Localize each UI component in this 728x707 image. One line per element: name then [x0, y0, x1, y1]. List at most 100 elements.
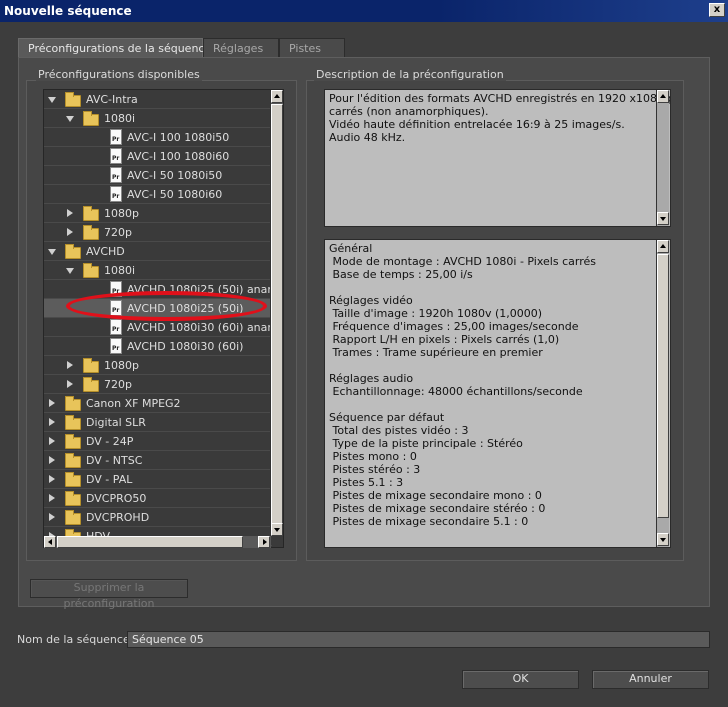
details-line: Général	[329, 242, 373, 255]
summary-line: Vidéo haute définition entrelacée 16:9 à…	[329, 118, 625, 131]
scroll-down-icon[interactable]	[657, 212, 669, 225]
tree-preset-item[interactable]: Pr AVC-I 100 1080i60	[44, 147, 272, 166]
tree-folder[interactable]: DV - 24P	[44, 432, 272, 451]
details-line: Réglages vidéo	[329, 294, 413, 307]
hscroll-thumb[interactable]	[57, 536, 243, 548]
description-details-text[interactable]: Général Mode de montage : AVCHD 1080i - …	[324, 239, 671, 548]
scroll-up-icon[interactable]	[657, 240, 669, 253]
description-summary-text[interactable]: Pour l'édition des formats AVCHD enregis…	[324, 89, 671, 227]
details-line: Echantillonnage: 48000 échantillons/seco…	[329, 385, 583, 398]
tree-folder[interactable]: 1080i	[44, 261, 272, 280]
details-scroll-thumb[interactable]	[657, 254, 669, 518]
tree-folder[interactable]: AVC-Intra	[44, 90, 272, 109]
folder-icon	[65, 453, 81, 468]
folder-icon	[83, 206, 99, 221]
details-scrollbar[interactable]	[656, 240, 669, 547]
folder-icon	[65, 472, 81, 487]
expand-right-icon[interactable]	[67, 361, 73, 369]
expand-right-icon[interactable]	[67, 228, 73, 236]
scroll-up-icon[interactable]	[657, 90, 669, 103]
preset-file-icon: Pr	[110, 338, 122, 354]
tree-item-label: DV - 24P	[86, 435, 134, 448]
delete-preset-button[interactable]: Supprimer la préconfiguration	[30, 579, 188, 610]
expand-right-icon[interactable]	[49, 456, 55, 464]
details-line: Base de temps : 25,00 i/s	[329, 268, 473, 281]
tree-item-label: 1080p	[104, 359, 139, 372]
tree-folder[interactable]: DV - NTSC	[44, 451, 272, 470]
details-line: Type de la piste principale : Stéréo	[329, 437, 523, 450]
scroll-left-icon[interactable]	[44, 536, 56, 548]
expand-right-icon[interactable]	[67, 380, 73, 388]
folder-icon	[83, 225, 99, 240]
sequence-name-input[interactable]: Séquence 05	[127, 631, 710, 648]
tree-item-label: 1080i	[104, 264, 136, 277]
tree-folder[interactable]: 1080i	[44, 109, 272, 128]
expand-down-icon[interactable]	[66, 116, 74, 122]
expand-right-icon[interactable]	[49, 399, 55, 407]
highlight-ellipse	[66, 291, 267, 321]
tree-folder[interactable]: 720p	[44, 223, 272, 242]
tree-folder[interactable]: 720p	[44, 375, 272, 394]
scroll-thumb[interactable]	[271, 104, 283, 532]
scroll-up-icon[interactable]	[271, 90, 283, 103]
cancel-button[interactable]: Annuler	[592, 670, 709, 689]
tree-preset-item[interactable]: Pr AVC-I 50 1080i50	[44, 166, 272, 185]
folder-icon	[65, 510, 81, 525]
tree-preset-item[interactable]: Pr AVCHD 1080i30 (60i)	[44, 337, 272, 356]
expand-right-icon[interactable]	[49, 437, 55, 445]
expand-down-icon[interactable]	[48, 97, 56, 103]
tree-folder[interactable]: DVCPRO50	[44, 489, 272, 508]
scroll-down-icon[interactable]	[657, 533, 669, 546]
tree-item-label: AVC-I 50 1080i50	[127, 169, 223, 182]
tree-preset-item[interactable]: Pr AVC-I 50 1080i60	[44, 185, 272, 204]
tree-item-label: AVCHD 1080i30 (60i)	[127, 340, 244, 353]
tree-item-label: AVC-I 100 1080i60	[127, 150, 230, 163]
summary-line: Audio 48 kHz.	[329, 131, 406, 144]
scroll-down-icon[interactable]	[271, 523, 283, 536]
tab-sequence-presets[interactable]: Préconfigurations de la séquence	[18, 38, 211, 58]
details-line	[329, 398, 666, 411]
tree-folder[interactable]: DV - PAL	[44, 470, 272, 489]
close-button[interactable]: x	[709, 3, 725, 17]
folder-icon	[65, 491, 81, 506]
preset-description-label: Description de la préconfiguration	[314, 68, 506, 81]
summary-scrollbar[interactable]	[656, 90, 669, 226]
preset-file-icon: Pr	[110, 167, 122, 183]
tree-preset-item[interactable]: Pr AVC-I 100 1080i50	[44, 128, 272, 147]
details-line: Rapport L/H en pixels : Pixels carrés (1…	[329, 333, 560, 346]
tree-folder[interactable]: DVCPROHD	[44, 508, 272, 527]
details-line: Total des pistes vidéo : 3	[329, 424, 469, 437]
expand-right-icon[interactable]	[49, 475, 55, 483]
expand-down-icon[interactable]	[66, 268, 74, 274]
expand-down-icon[interactable]	[48, 249, 56, 255]
details-line: Séquence par défaut	[329, 411, 445, 424]
expand-right-icon[interactable]	[49, 513, 55, 521]
folder-icon	[83, 358, 99, 373]
tree-horizontal-scrollbar[interactable]	[44, 536, 271, 548]
expand-right-icon[interactable]	[67, 209, 73, 217]
tree-item-label: AVC-I 100 1080i50	[127, 131, 230, 144]
tree-folder[interactable]: Digital SLR	[44, 413, 272, 432]
tree-folder[interactable]: AVCHD	[44, 242, 272, 261]
preset-file-icon: Pr	[110, 129, 122, 145]
details-line: Pistes de mixage secondaire 5.1 : 0	[329, 515, 529, 528]
expand-right-icon[interactable]	[49, 494, 55, 502]
expand-right-icon[interactable]	[49, 418, 55, 426]
tab-tracks[interactable]: Pistes	[279, 38, 345, 57]
tree-item-label: 720p	[104, 226, 132, 239]
tree-folder[interactable]: 1080p	[44, 204, 272, 223]
folder-icon	[83, 111, 99, 126]
details-line: Pistes 5.1 : 3	[329, 476, 404, 489]
tree-vertical-scrollbar[interactable]	[270, 90, 283, 536]
summary-line: carrés (non anamorphiques).	[329, 105, 489, 118]
tab-settings[interactable]: Réglages	[203, 38, 279, 57]
summary-line: Pour l'édition des formats AVCHD enregis…	[329, 92, 671, 105]
details-line	[329, 359, 666, 372]
tree-item-label: AVC-I 50 1080i60	[127, 188, 223, 201]
folder-icon	[65, 244, 81, 259]
tree-folder[interactable]: 1080p	[44, 356, 272, 375]
tree-folder[interactable]: Canon XF MPEG2	[44, 394, 272, 413]
tree-item-label: 1080p	[104, 207, 139, 220]
scroll-right-icon[interactable]	[258, 536, 270, 548]
ok-button[interactable]: OK	[462, 670, 579, 689]
